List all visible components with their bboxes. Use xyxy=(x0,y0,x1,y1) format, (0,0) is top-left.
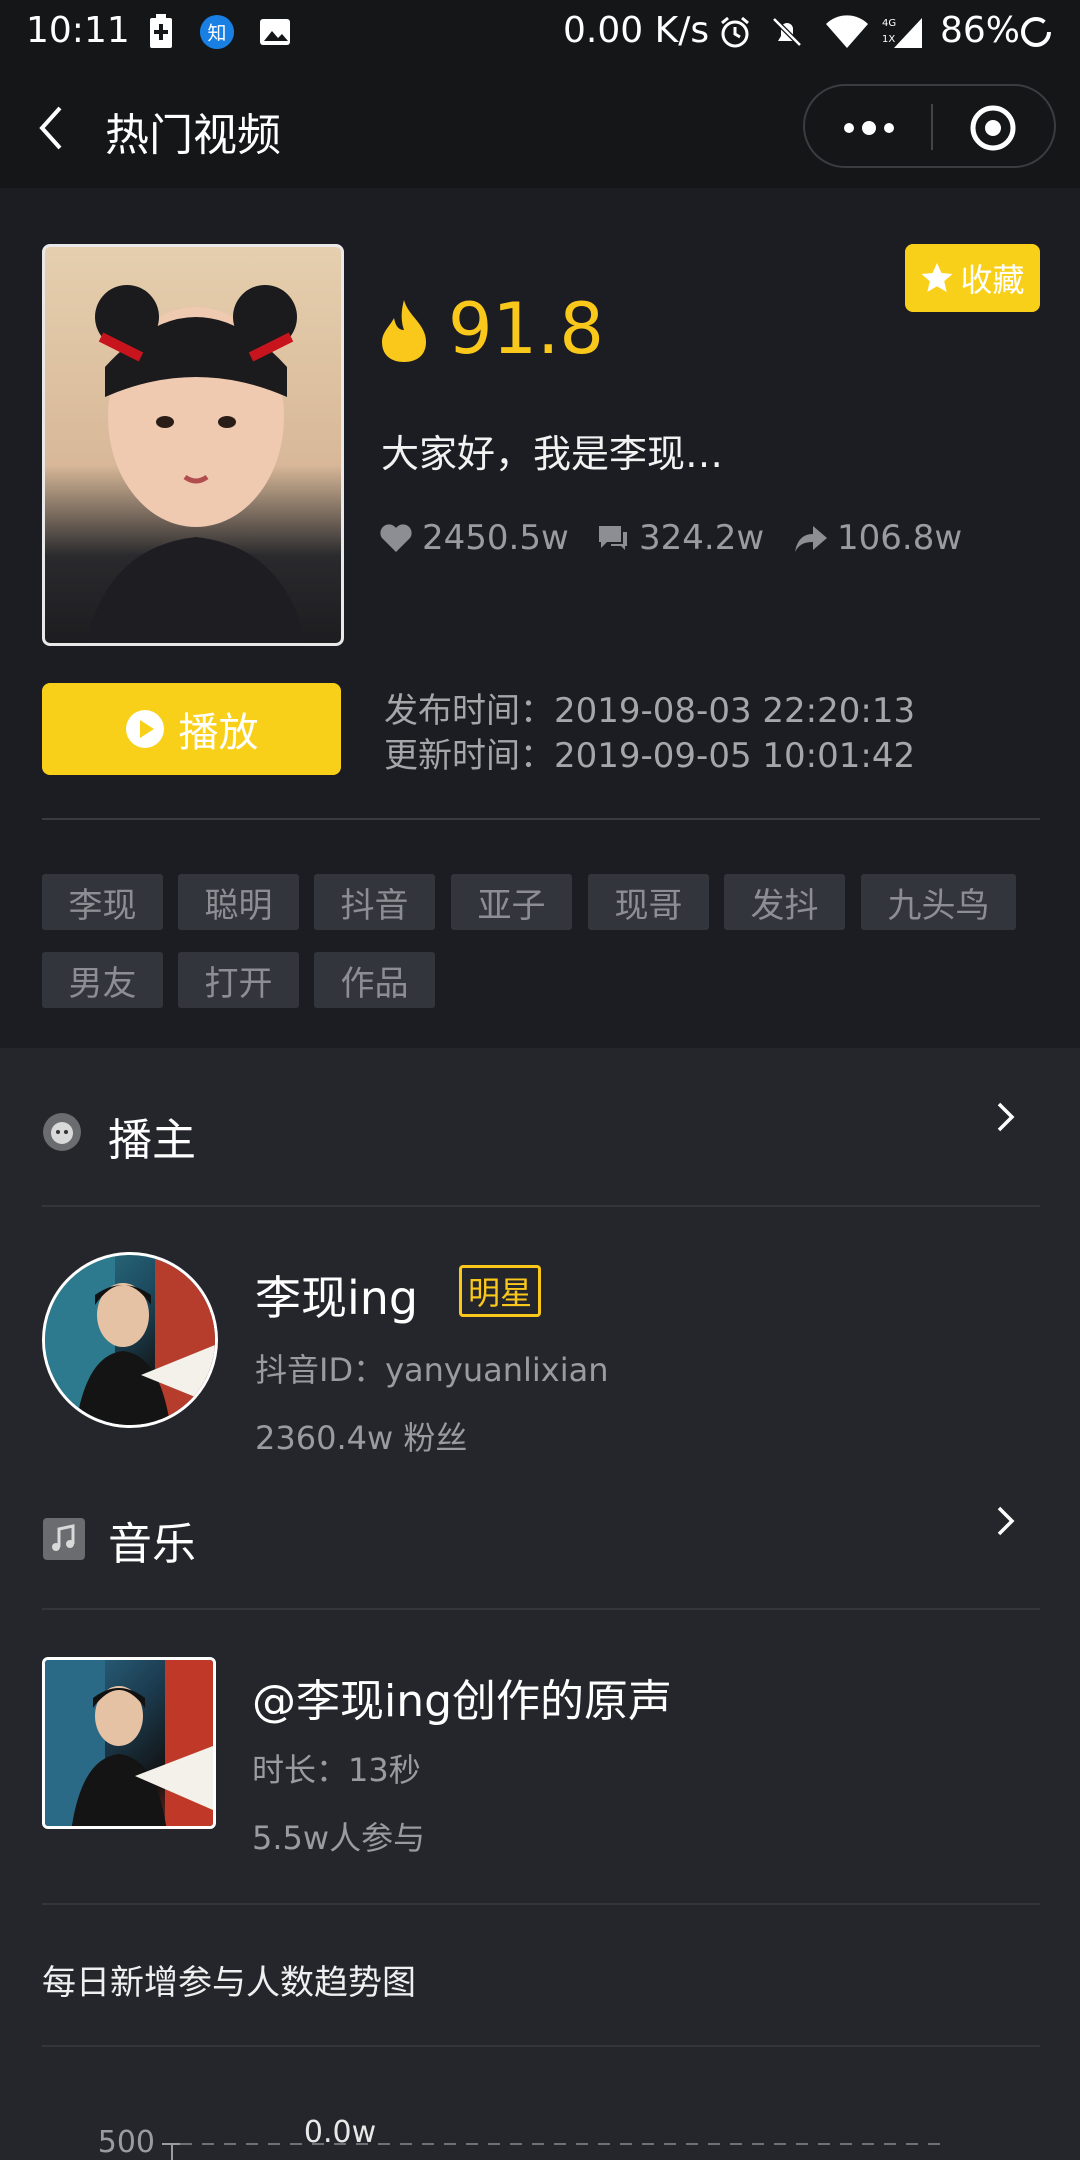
play-button[interactable]: 播放 xyxy=(42,683,341,775)
trend-top-divider xyxy=(42,1903,1040,1905)
heart-icon xyxy=(380,524,412,552)
wifi-icon xyxy=(826,15,868,48)
tag-item[interactable]: 作品 xyxy=(314,952,435,1008)
music-note-icon xyxy=(43,1518,85,1560)
net-speed: 0.00 K/s xyxy=(563,10,710,51)
tag-item[interactable]: 发抖 xyxy=(724,874,845,930)
back-arrow-icon[interactable] xyxy=(36,104,66,152)
more-dots-icon[interactable] xyxy=(841,114,897,142)
tag-item[interactable]: 现哥 xyxy=(588,874,709,930)
bell-muted-icon xyxy=(772,17,802,47)
image-icon xyxy=(260,19,290,45)
battery-charging-icon xyxy=(150,14,172,48)
close-target-icon[interactable] xyxy=(969,104,1017,152)
music-participants: 5.5w人参与 xyxy=(252,1819,426,1857)
author-photo-illustration xyxy=(45,1255,215,1425)
collect-button[interactable]: 收藏 xyxy=(905,244,1040,312)
page-title: 热门视频 xyxy=(105,110,281,161)
trend-title-divider xyxy=(42,2045,1040,2047)
status-bar: 10:11 知 0.00 K/s 4G 1X 86% xyxy=(0,0,1080,64)
signal-label: 4G xyxy=(882,18,896,29)
tag-item[interactable]: 亚子 xyxy=(451,874,572,930)
monkey-avatar-icon xyxy=(43,1113,81,1151)
likes-stat: 2450.5w xyxy=(378,518,569,558)
update-time: 更新时间：2019-09-05 10:01:42 xyxy=(384,736,916,776)
cover-portrait-illustration xyxy=(86,285,306,643)
likes-count: 2450.5w xyxy=(422,518,569,558)
douyin-id: 抖音ID：yanyuanlixian xyxy=(255,1351,609,1389)
status-time: 10:11 xyxy=(26,10,130,51)
heat-score: 91.8 xyxy=(448,288,604,370)
y-tick-label: 500 xyxy=(98,2125,155,2160)
tag-item[interactable]: 李现 xyxy=(42,874,163,930)
play-icon xyxy=(125,710,164,748)
comment-icon xyxy=(599,526,627,550)
share-arrow-icon xyxy=(795,526,827,552)
music-section-title: 音乐 xyxy=(108,1519,196,1570)
music-divider xyxy=(42,1608,1040,1610)
music-duration: 时长：13秒 xyxy=(252,1751,421,1789)
star-icon xyxy=(921,263,953,292)
data-label: 0.0w xyxy=(304,2115,376,2150)
tag-item[interactable]: 男友 xyxy=(42,952,163,1008)
author-avatar[interactable] xyxy=(42,1252,218,1428)
battery-percent: 86% xyxy=(940,10,1021,51)
video-cover-image[interactable] xyxy=(42,244,344,646)
fire-icon xyxy=(382,300,426,362)
music-cover-illustration xyxy=(45,1660,213,1826)
battery-ring-icon xyxy=(1021,17,1051,47)
nav-bar: 热门视频 xyxy=(0,64,1080,188)
video-card: 收藏 91.8 大家好，我是李现… 2450.5w 324.2w 106.8w … xyxy=(0,188,1080,1048)
author-name: 李现ing xyxy=(255,1271,419,1325)
comments-count: 324.2w xyxy=(639,518,765,558)
shares-stat: 106.8w xyxy=(793,518,962,558)
cell-signal-icon: 4G 1X xyxy=(882,18,922,48)
star-badge: 明星 xyxy=(459,1265,542,1317)
video-description: 大家好，我是李现… xyxy=(381,432,724,476)
tag-item[interactable]: 九头鸟 xyxy=(861,874,1016,930)
collect-label: 收藏 xyxy=(960,261,1025,299)
svg-text:知: 知 xyxy=(208,23,227,45)
tag-item[interactable]: 抖音 xyxy=(314,874,435,930)
author-divider xyxy=(42,1205,1040,1207)
alarm-icon xyxy=(721,16,749,48)
author-section-title: 播主 xyxy=(108,1115,196,1166)
tags-divider xyxy=(42,818,1040,820)
music-name: @李现ing创作的原声 xyxy=(252,1676,673,1727)
tag-item[interactable]: 打开 xyxy=(178,952,299,1008)
tag-item[interactable]: 聪明 xyxy=(178,874,299,930)
zhihu-icon: 知 xyxy=(199,14,235,50)
fans-count: 2360.4w 粉丝 xyxy=(255,1419,468,1457)
chevron-right-icon[interactable] xyxy=(994,1504,1018,1538)
play-label: 播放 xyxy=(178,710,259,756)
music-cover-image[interactable] xyxy=(42,1657,216,1829)
signal-sub-label: 1X xyxy=(882,34,895,45)
mini-program-capsule xyxy=(803,84,1056,168)
trend-chart-title: 每日新增参与人数趋势图 xyxy=(42,1963,416,2003)
trend-chart: 500 0.0w xyxy=(98,2115,945,2160)
shares-count: 106.8w xyxy=(837,518,963,558)
capsule-divider xyxy=(931,104,933,150)
comments-stat: 324.2w xyxy=(595,518,764,558)
publish-time: 发布时间：2019-08-03 22:20:13 xyxy=(384,691,916,731)
chevron-right-icon[interactable] xyxy=(994,1100,1018,1134)
